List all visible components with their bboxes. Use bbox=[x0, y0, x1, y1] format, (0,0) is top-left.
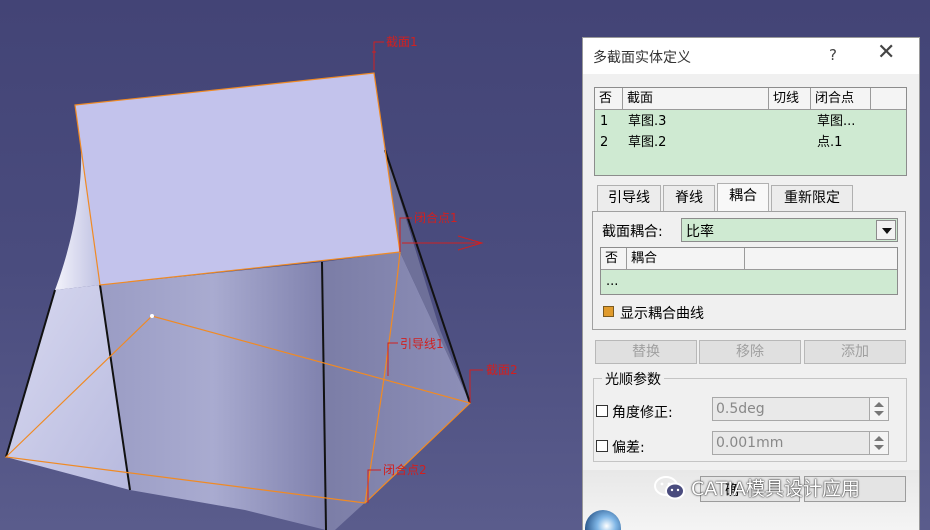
row1-section: 草图.3 bbox=[628, 114, 667, 129]
label-guide1: 引导线1 bbox=[400, 337, 444, 351]
row1-closure: 草图... bbox=[817, 114, 856, 129]
coupling-label: 截面耦合: bbox=[602, 224, 663, 240]
deviation-checkbox[interactable]: 偏差: bbox=[596, 437, 645, 457]
smoothing-title: 光顺参数 bbox=[602, 369, 664, 389]
show-coupling-curves-checkbox[interactable]: 显示耦合曲线 bbox=[603, 303, 704, 323]
tab-spine[interactable]: 脊线 bbox=[663, 185, 715, 211]
app-logo-icon bbox=[585, 510, 621, 530]
angle-correction-checkbox[interactable]: 角度修正: bbox=[596, 402, 673, 422]
col-header-tangent[interactable]: 切线 bbox=[769, 88, 811, 110]
chevron-down-icon[interactable] bbox=[876, 220, 896, 240]
smoothing-parameters-group: 光顺参数 角度修正: 0.5deg 偏差: 0.001mm bbox=[593, 369, 907, 462]
coupling-dropdown[interactable]: 比率 bbox=[681, 218, 898, 242]
coupling-table[interactable]: 否 耦合 ... bbox=[600, 247, 898, 295]
wechat-icon bbox=[653, 475, 687, 501]
coupling-value: 比率 bbox=[686, 224, 714, 240]
close-icon[interactable]: ✕ bbox=[877, 42, 895, 64]
row1-no: 1 bbox=[600, 114, 609, 129]
angle-correction-input[interactable]: 0.5deg bbox=[712, 397, 870, 421]
col-header-filler bbox=[745, 248, 897, 270]
spin-down-icon[interactable] bbox=[874, 411, 884, 416]
row2-closure: 点.1 bbox=[817, 135, 843, 150]
label-closure1: 闭合点1 bbox=[414, 210, 458, 225]
row2-section: 草图.2 bbox=[628, 135, 667, 150]
col-header-section[interactable]: 截面 bbox=[623, 88, 769, 110]
angle-spinner[interactable] bbox=[869, 397, 889, 421]
watermark: CATIA模具设计应用 bbox=[653, 474, 860, 504]
angle-correction-label: 角度修正: bbox=[612, 405, 673, 421]
dialog-titlebar[interactable]: 多截面实体定义 ? ✕ bbox=[583, 38, 919, 74]
spin-up-icon[interactable] bbox=[874, 436, 884, 441]
add-button[interactable]: 添加 bbox=[804, 340, 906, 364]
watermark-text: CATIA模具设计应用 bbox=[691, 478, 860, 500]
tab-guides[interactable]: 引导线 bbox=[597, 185, 661, 211]
row2-no: 2 bbox=[600, 135, 609, 150]
help-button[interactable]: ? bbox=[829, 46, 837, 64]
col-header-no[interactable]: 否 bbox=[601, 248, 627, 270]
checkbox-icon bbox=[596, 440, 608, 452]
col-header-coupling[interactable]: 耦合 bbox=[627, 248, 745, 270]
dialog-title: 多截面实体定义 bbox=[593, 50, 691, 66]
label-closure2: 闭合点2 bbox=[383, 462, 427, 477]
deviation-label: 偏差: bbox=[612, 440, 645, 456]
section-table[interactable]: 否 截面 切线 闭合点 1 草图.3 草图... 2 草图.2 点.1 bbox=[594, 87, 907, 176]
loft-solid[interactable]: 截面1 闭合点1 引导线1 截面2 闭合点2 bbox=[4, 35, 518, 530]
deviation-input[interactable]: 0.001mm bbox=[712, 431, 870, 455]
vertex-point bbox=[150, 314, 154, 318]
right-face bbox=[322, 252, 470, 530]
checkbox-checked-icon bbox=[603, 306, 614, 317]
multi-section-solid-dialog: 多截面实体定义 ? ✕ 否 截面 切线 闭合点 1 草图.3 草图... 2 草… bbox=[582, 37, 920, 530]
col-header-no[interactable]: 否 bbox=[595, 88, 623, 110]
remove-button[interactable]: 移除 bbox=[699, 340, 801, 364]
tab-coupling[interactable]: 耦合 bbox=[717, 183, 769, 211]
show-coupling-curves-label: 显示耦合曲线 bbox=[620, 306, 704, 322]
coupling-panel: 截面耦合: 比率 否 耦合 ... 显示耦合曲线 bbox=[592, 211, 906, 330]
deviation-spinner[interactable] bbox=[869, 431, 889, 455]
label-section1: 截面1 bbox=[386, 35, 418, 49]
spin-down-icon[interactable] bbox=[874, 445, 884, 450]
checkbox-icon bbox=[596, 405, 608, 417]
replace-button[interactable]: 替换 bbox=[595, 340, 697, 364]
label-section2: 截面2 bbox=[486, 363, 518, 377]
spin-up-icon[interactable] bbox=[874, 402, 884, 407]
top-section-face bbox=[75, 73, 400, 285]
front-face bbox=[100, 262, 326, 530]
table-row[interactable]: ... bbox=[606, 273, 618, 291]
col-header-closure[interactable]: 闭合点 bbox=[811, 88, 871, 110]
col-header-filler bbox=[871, 88, 906, 110]
tab-relimitation[interactable]: 重新限定 bbox=[771, 185, 853, 211]
